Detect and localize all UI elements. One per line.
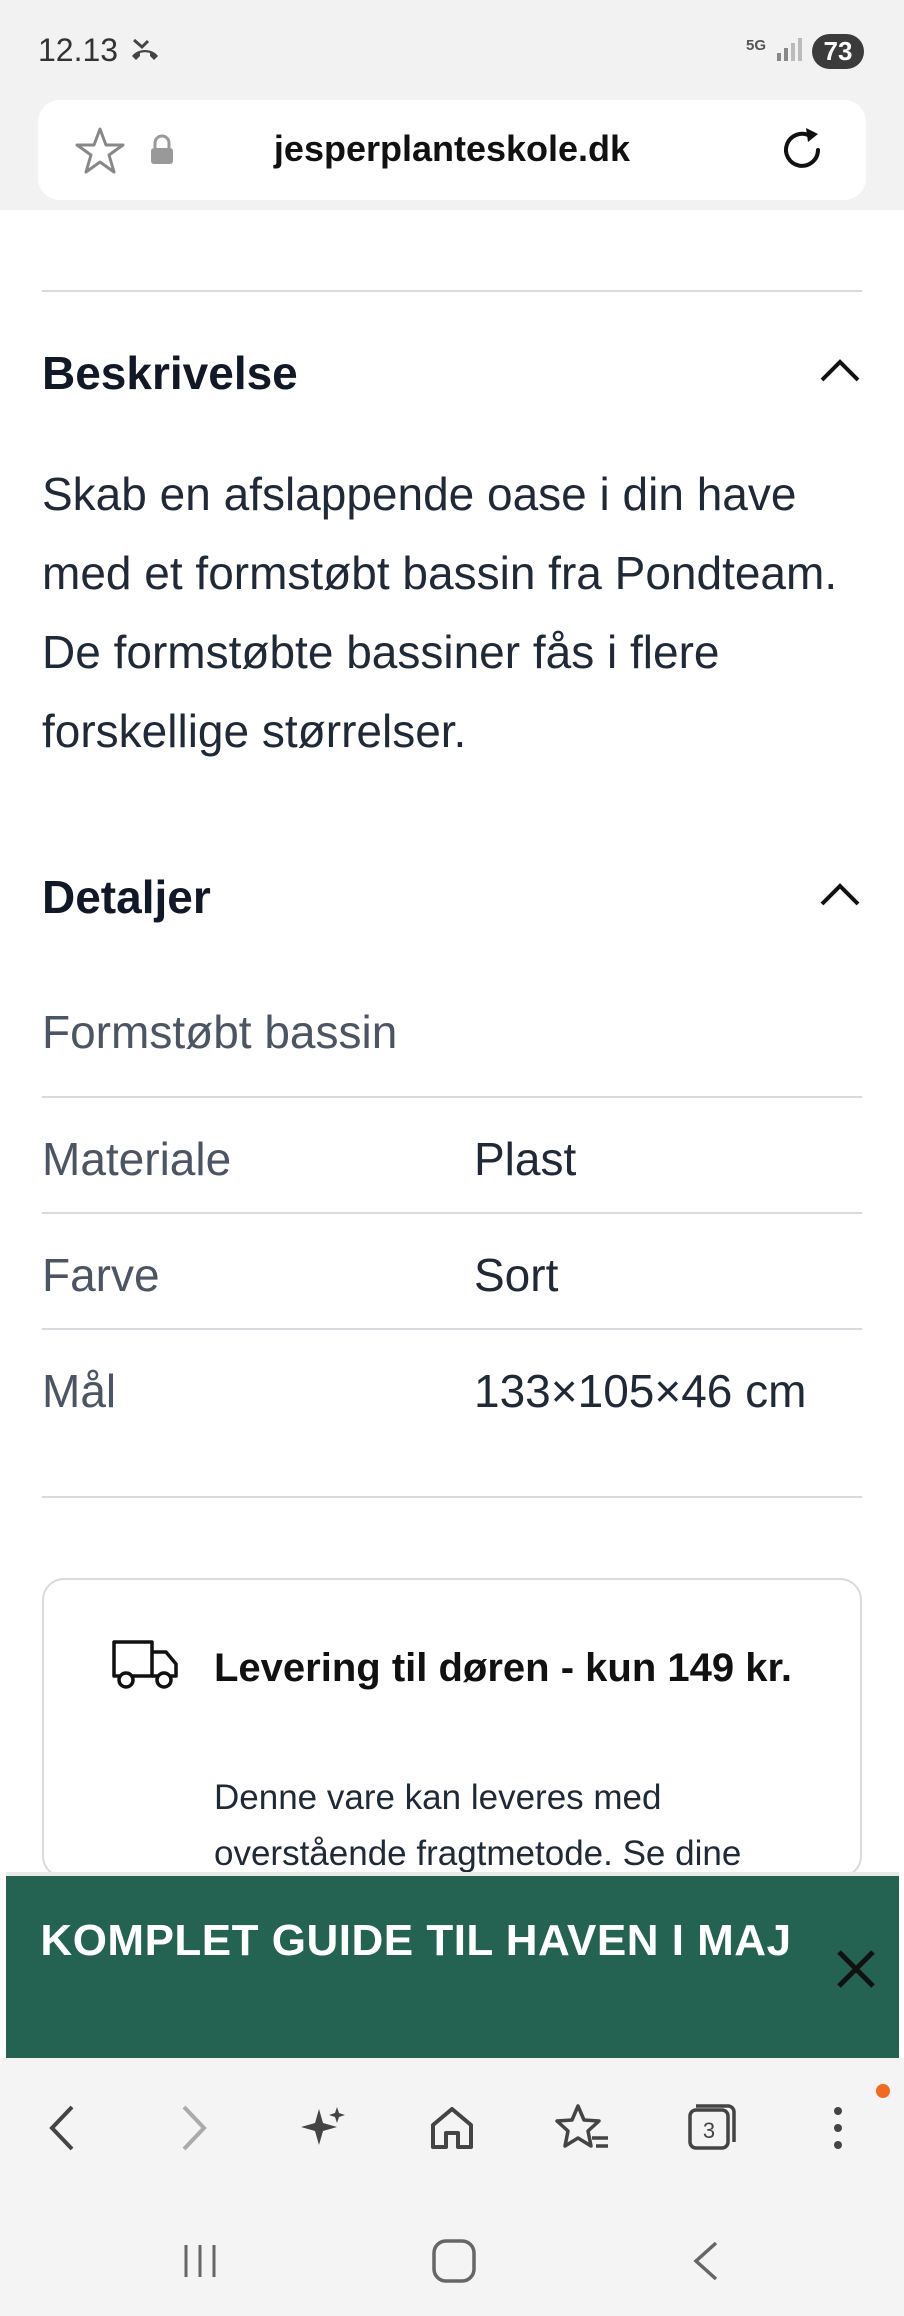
status-icons: 5G 73 (746, 34, 864, 69)
address-bar-container: jesperplanteskole.dk (0, 100, 904, 210)
spec-value: Sort (474, 1249, 559, 1301)
spec-row: Farve Sort (42, 1214, 862, 1330)
forward-icon[interactable] (164, 2098, 224, 2158)
bookmarks-icon[interactable] (552, 2098, 612, 2158)
ai-sparkle-icon[interactable] (292, 2098, 352, 2158)
notification-dot (876, 2084, 890, 2098)
browser-toolbar: 3 (0, 2058, 904, 2198)
spec-row: Mål 133×105×46 cm (42, 1330, 862, 1446)
spec-value: Plast (474, 1133, 577, 1185)
spec-value: 133×105×46 cm (474, 1365, 807, 1417)
missed-call-icon (128, 36, 162, 71)
reload-icon[interactable] (776, 124, 828, 181)
status-time: 12.13 (38, 32, 119, 68)
url-text[interactable]: jesperplanteskole.dk (188, 128, 716, 170)
chevron-up-icon[interactable] (818, 880, 862, 915)
bookmark-star-icon[interactable] (74, 126, 126, 181)
system-nav-bar (0, 2198, 904, 2316)
divider (42, 1496, 862, 1498)
delivery-card: Levering til døren - kun 149 kr. Denne v… (42, 1578, 862, 1878)
promo-banner[interactable]: KOMPLET GUIDE TIL HAVEN I MAJ (6, 1872, 899, 2058)
home-icon[interactable] (422, 2098, 482, 2158)
back-icon[interactable] (32, 2098, 92, 2158)
status-bar: 12.13 5G 73 (0, 0, 904, 100)
recent-apps-icon[interactable] (170, 2236, 230, 2286)
delivery-title: Levering til døren - kun 149 kr. (214, 1646, 792, 1690)
address-bar[interactable]: jesperplanteskole.dk (38, 100, 866, 200)
back-nav-icon[interactable] (676, 2236, 736, 2286)
lock-icon (148, 134, 176, 171)
details-group-title: Formstøbt bassin (42, 1006, 398, 1058)
divider (42, 290, 862, 292)
network-type: 5G (745, 37, 766, 54)
promo-text[interactable]: KOMPLET GUIDE TIL HAVEN I MAJ (6, 1912, 826, 1970)
details-heading[interactable]: Detaljer (42, 870, 211, 924)
truck-icon (110, 1636, 180, 1697)
description-heading[interactable]: Beskrivelse (42, 346, 298, 400)
close-icon[interactable] (833, 1946, 879, 1997)
chevron-up-icon[interactable] (818, 356, 862, 391)
spec-label: Mål (42, 1365, 117, 1417)
spec-label: Farve (42, 1249, 160, 1301)
description-text: Skab en afslappende oase i din have med … (42, 468, 838, 757)
battery-level: 73 (812, 34, 864, 69)
home-nav-icon[interactable] (424, 2236, 484, 2286)
spec-label: Materiale (42, 1133, 232, 1185)
signal-icon (776, 37, 802, 66)
tab-count: 3 (703, 2118, 715, 2143)
spec-row: Materiale Plast (42, 1098, 862, 1214)
delivery-text: Denne vare kan leveres med overstående f… (214, 1778, 742, 1873)
menu-icon[interactable] (808, 2098, 868, 2158)
tabs-icon[interactable]: 3 (680, 2098, 740, 2158)
